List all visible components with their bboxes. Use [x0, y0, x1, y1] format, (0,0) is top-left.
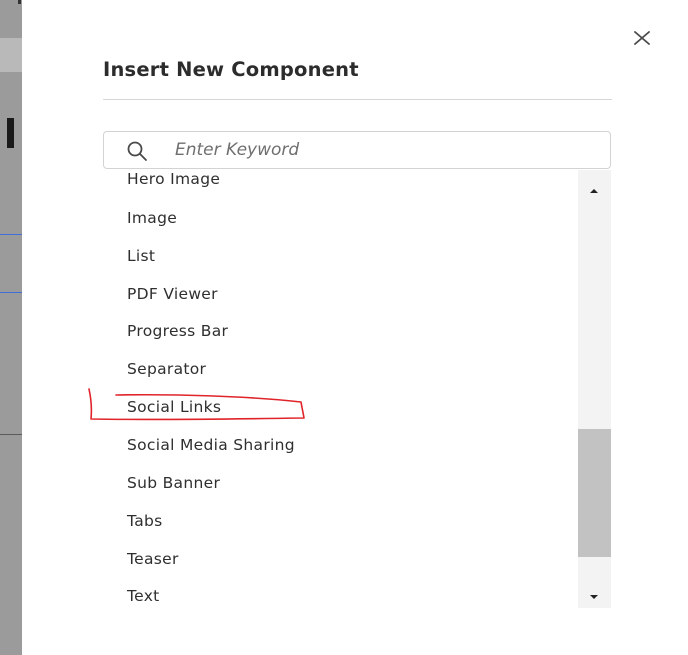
backdrop-marker	[18, 0, 21, 4]
search-input[interactable]	[175, 137, 595, 163]
list-item-sub-banner[interactable]: Sub Banner	[103, 465, 578, 501]
list-item-teaser[interactable]: Teaser	[103, 541, 578, 577]
list-item-text[interactable]: Text	[103, 578, 578, 608]
list-item-separator[interactable]: Separator	[103, 351, 578, 387]
component-list: Hero Image Image List PDF Viewer Progres…	[103, 170, 578, 608]
backdrop-marker	[7, 118, 14, 148]
list-item-pdf-viewer[interactable]: PDF Viewer	[103, 276, 578, 312]
component-list-container: Hero Image Image List PDF Viewer Progres…	[103, 170, 611, 608]
list-item-social-media-sharing[interactable]: Social Media Sharing	[103, 427, 578, 463]
page-backdrop	[0, 0, 22, 655]
close-button[interactable]	[630, 26, 654, 50]
search-icon	[127, 141, 147, 161]
dialog-title: Insert New Component	[103, 58, 359, 81]
backdrop-divider	[0, 234, 22, 235]
list-item-image[interactable]: Image	[103, 200, 578, 236]
backdrop-divider	[0, 292, 22, 293]
scroll-down-arrow-icon[interactable]	[588, 592, 600, 602]
insert-component-dialog: Insert New Component Hero Image Image Li…	[22, 0, 688, 655]
close-icon	[634, 31, 650, 45]
list-scrollbar[interactable]	[578, 170, 611, 608]
search-box[interactable]	[103, 131, 611, 169]
title-divider	[103, 99, 612, 100]
scrollbar-thumb[interactable]	[578, 429, 611, 557]
scroll-up-arrow-icon[interactable]	[588, 186, 600, 196]
list-item-tabs[interactable]: Tabs	[103, 503, 578, 539]
backdrop-toolbar	[0, 38, 22, 72]
list-item-social-links[interactable]: Social Links	[103, 389, 578, 425]
list-item-progress-bar[interactable]: Progress Bar	[103, 313, 578, 349]
list-item-hero-image[interactable]: Hero Image	[103, 170, 578, 197]
list-item-list[interactable]: List	[103, 238, 578, 274]
backdrop-divider	[0, 434, 22, 435]
